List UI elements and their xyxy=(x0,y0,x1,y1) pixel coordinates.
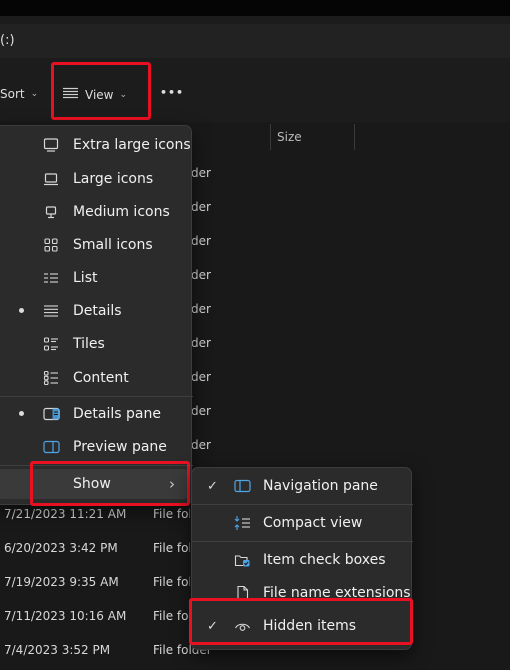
row-type-partial: der xyxy=(191,370,211,384)
content-icon xyxy=(43,370,59,386)
submenu-item-file-name-extensions[interactable]: File name extensions xyxy=(192,578,413,600)
submenu-item-item-check-boxes[interactable]: Item check boxes xyxy=(192,545,413,575)
desktop-icon xyxy=(43,204,59,220)
selected-bullet-icon xyxy=(19,411,24,416)
menu-item-details-pane[interactable]: Details pane xyxy=(0,399,193,429)
row-date: 7/4/2023 3:52 PM xyxy=(4,643,111,657)
view-menu: Extra large icons Large icons Medium ico… xyxy=(0,125,193,505)
menu-item-preview-pane[interactable]: Preview pane xyxy=(0,432,193,462)
menu-item-label: Tiles xyxy=(73,336,105,352)
menu-item-content[interactable]: Content xyxy=(0,363,193,393)
menu-divider xyxy=(192,541,413,542)
address-text: (:) xyxy=(0,33,15,48)
navigation-pane-icon xyxy=(234,478,251,494)
chevron-down-icon: ⌄ xyxy=(30,89,39,99)
row-type-partial: der xyxy=(191,234,211,248)
row-type: File folder xyxy=(153,541,190,555)
view-button-highlight xyxy=(51,62,151,120)
menu-item-tiles[interactable]: Tiles xyxy=(0,329,193,359)
column-separator xyxy=(270,124,271,150)
row-type: File folder xyxy=(153,507,190,521)
menu-item-large-icons[interactable]: Large icons xyxy=(0,164,193,194)
menu-item-extra-large-icons[interactable]: Extra large icons xyxy=(0,130,193,160)
menu-item-list[interactable]: List xyxy=(0,263,193,293)
sort-label: Sort xyxy=(0,87,25,101)
show-item-highlight xyxy=(30,461,190,506)
checkbox-icon xyxy=(234,552,251,568)
row-type-partial: der xyxy=(191,268,211,282)
menu-item-label: Item check boxes xyxy=(263,552,386,568)
menu-item-label: Details xyxy=(73,303,122,319)
row-date: 7/19/2023 9:35 AM xyxy=(4,575,119,589)
menu-item-small-icons[interactable]: Small icons xyxy=(0,230,193,260)
menu-item-details[interactable]: Details xyxy=(0,296,193,326)
menu-item-label: Medium icons xyxy=(73,204,170,220)
list-icon xyxy=(43,270,59,286)
address-bar[interactable] xyxy=(0,24,510,58)
title-bar xyxy=(0,0,510,16)
menu-divider xyxy=(192,504,413,505)
monitor-icon xyxy=(43,137,59,153)
details-icon xyxy=(43,303,59,319)
menu-item-label: List xyxy=(73,270,98,286)
more-options-button[interactable]: ••• xyxy=(160,86,184,99)
laptop-icon xyxy=(43,171,59,187)
tiles-icon xyxy=(43,336,59,352)
menu-item-label: Preview pane xyxy=(73,439,167,455)
submenu-item-navigation-pane[interactable]: ✓ Navigation pane xyxy=(192,471,413,501)
row-type-partial: der xyxy=(191,438,211,452)
row-type-partial: der xyxy=(191,404,211,418)
menu-item-label: Compact view xyxy=(263,515,363,531)
menu-item-medium-icons[interactable]: Medium icons xyxy=(0,197,193,227)
menu-item-label: Content xyxy=(73,370,129,386)
menu-item-label: Large icons xyxy=(73,171,154,187)
menu-item-label: Small icons xyxy=(73,237,153,253)
grid-icon xyxy=(43,237,59,253)
menu-item-label: Navigation pane xyxy=(263,478,378,494)
menu-item-label: Extra large icons xyxy=(73,137,191,153)
hidden-items-highlight xyxy=(189,598,413,645)
column-header-size[interactable]: Size xyxy=(277,130,302,144)
column-separator xyxy=(354,124,355,150)
row-date: 6/20/2023 3:42 PM xyxy=(4,541,118,555)
selected-bullet-icon xyxy=(19,308,24,313)
row-date: 7/11/2023 10:16 AM xyxy=(4,609,127,623)
row-type-partial: der xyxy=(191,302,211,316)
compact-view-icon xyxy=(234,515,251,531)
row-type-partial: der xyxy=(191,166,211,180)
row-type: File folder xyxy=(153,609,190,623)
preview-pane-icon xyxy=(43,439,60,455)
row-type-partial: der xyxy=(191,336,211,350)
menu-divider xyxy=(0,396,193,397)
row-type: File folder xyxy=(153,575,190,589)
row-date: 7/21/2023 11:21 AM xyxy=(4,507,127,521)
sort-button[interactable]: Sort ⌄ xyxy=(0,87,38,101)
submenu-item-compact-view[interactable]: Compact view xyxy=(192,508,413,538)
check-icon: ✓ xyxy=(207,478,218,494)
details-pane-icon xyxy=(43,406,60,422)
row-type-partial: der xyxy=(191,200,211,214)
menu-item-label: Details pane xyxy=(73,406,161,422)
